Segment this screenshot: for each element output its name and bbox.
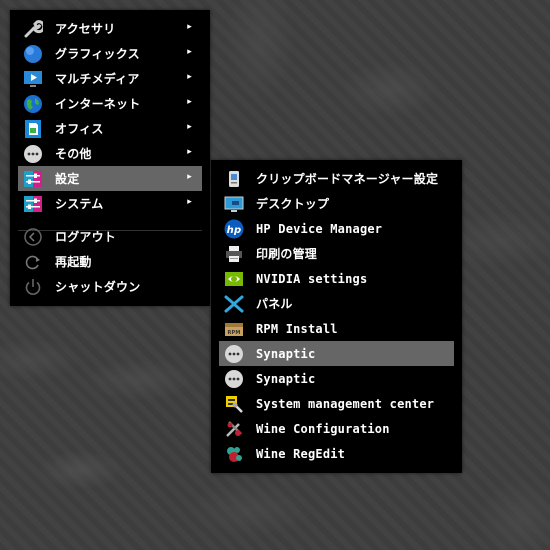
desktop-icon xyxy=(224,194,244,214)
menu-item-settings[interactable]: 設定 ▸ xyxy=(18,166,202,191)
submenu-item-label: Wine Configuration xyxy=(256,421,390,436)
submenu-item-label: 印刷の管理 xyxy=(256,247,318,261)
hp-logo-icon: hp xyxy=(224,219,244,239)
submenu-item-synaptic-selected[interactable]: Synaptic xyxy=(219,341,454,366)
wine-config-icon xyxy=(224,419,244,439)
submenu-item-system-management-center[interactable]: System management center xyxy=(219,391,454,416)
submenu-item-panel[interactable]: パネル xyxy=(219,291,454,316)
system-sliders-icon xyxy=(23,194,43,214)
menu-item-shutdown[interactable]: シャットダウン xyxy=(18,274,202,299)
graphics-globe-icon xyxy=(23,44,43,64)
settings-sliders-icon xyxy=(23,169,43,189)
submenu-arrow-icon: ▸ xyxy=(187,47,192,57)
menu-item-internet[interactable]: インターネット ▸ xyxy=(18,91,202,116)
settings-submenu: クリップボードマネージャー設定 デスクトップ hp HP Device Mana… xyxy=(211,160,462,473)
menu-item-system[interactable]: システム ▸ xyxy=(18,191,202,216)
menu-item-multimedia[interactable]: マルチメディア ▸ xyxy=(18,66,202,91)
menu-item-restart[interactable]: 再起動 xyxy=(18,249,202,274)
more-dots-icon xyxy=(224,344,244,364)
submenu-item-wine-regedit[interactable]: Wine RegEdit xyxy=(219,441,454,466)
office-document-icon xyxy=(23,119,43,139)
submenu-item-synaptic[interactable]: Synaptic xyxy=(219,366,454,391)
menu-item-label: ログアウト xyxy=(55,230,117,244)
submenu-item-print-management[interactable]: 印刷の管理 xyxy=(219,241,454,266)
clipboard-icon xyxy=(224,169,244,189)
submenu-item-label: RPM Install xyxy=(256,321,338,336)
submenu-item-label: NVIDIA settings xyxy=(256,271,368,286)
submenu-arrow-icon: ▸ xyxy=(187,147,192,157)
nvidia-icon xyxy=(224,269,244,289)
menu-item-other[interactable]: その他 ▸ xyxy=(18,141,202,166)
submenu-item-label: デスクトップ xyxy=(256,197,330,211)
monitor-play-icon xyxy=(23,69,43,89)
submenu-item-label: パネル xyxy=(256,297,293,311)
restart-icon xyxy=(23,252,43,272)
menu-item-label: アクセサリ xyxy=(55,22,116,36)
submenu-item-label: Synaptic xyxy=(256,346,316,361)
submenu-item-nvidia-settings[interactable]: NVIDIA settings xyxy=(219,266,454,291)
wrench-icon xyxy=(23,19,43,39)
menu-item-label: シャットダウン xyxy=(55,280,141,294)
submenu-item-desktop[interactable]: デスクトップ xyxy=(219,191,454,216)
menu-item-label: 再起動 xyxy=(55,255,92,269)
printer-icon xyxy=(224,244,244,264)
menu-item-label: その他 xyxy=(55,147,92,161)
more-dots-icon xyxy=(23,144,43,164)
power-icon xyxy=(23,277,43,297)
submenu-arrow-icon: ▸ xyxy=(187,72,192,82)
menu-item-accessories[interactable]: アクセサリ ▸ xyxy=(18,16,202,41)
earth-globe-icon xyxy=(23,94,43,114)
menu-item-label: システム xyxy=(55,197,104,211)
svg-text:RPM: RPM xyxy=(227,330,240,336)
menu-item-office[interactable]: オフィス ▸ xyxy=(18,116,202,141)
submenu-arrow-icon: ▸ xyxy=(187,122,192,132)
submenu-item-label: Wine RegEdit xyxy=(256,446,346,461)
submenu-item-label: クリップボードマネージャー設定 xyxy=(256,172,439,186)
menu-item-graphics[interactable]: グラフィックス ▸ xyxy=(18,41,202,66)
menu-item-label: 設定 xyxy=(55,172,80,186)
submenu-arrow-icon: ▸ xyxy=(187,97,192,107)
menu-item-logout[interactable]: ログアウト xyxy=(18,224,202,249)
submenu-arrow-icon: ▸ xyxy=(187,197,192,207)
submenu-item-label: HP Device Manager xyxy=(256,221,383,236)
submenu-item-hp-device-manager[interactable]: hp HP Device Manager xyxy=(219,216,454,241)
submenu-item-clipboard-settings[interactable]: クリップボードマネージャー設定 xyxy=(219,166,454,191)
submenu-item-label: System management center xyxy=(256,396,435,411)
menu-item-label: オフィス xyxy=(55,122,104,136)
svg-text:hp: hp xyxy=(227,225,242,236)
logout-icon xyxy=(23,227,43,247)
more-dots-icon xyxy=(224,369,244,389)
menu-item-label: インターネット xyxy=(55,97,141,111)
package-box-icon: RPM xyxy=(224,319,244,339)
menu-item-label: グラフィックス xyxy=(55,47,140,61)
submenu-arrow-icon: ▸ xyxy=(187,22,192,32)
submenu-item-label: Synaptic xyxy=(256,371,316,386)
submenu-item-rpm-install[interactable]: RPM RPM Install xyxy=(219,316,454,341)
panel-arrows-icon xyxy=(224,294,244,314)
menu-item-label: マルチメディア xyxy=(55,72,140,86)
submenu-item-wine-configuration[interactable]: Wine Configuration xyxy=(219,416,454,441)
wine-regedit-icon xyxy=(224,444,244,464)
submenu-arrow-icon: ▸ xyxy=(187,172,192,182)
main-menu: アクセサリ ▸ グラフィックス ▸ マルチメディア ▸ インターネット ▸ オフ… xyxy=(10,10,210,306)
system-management-icon xyxy=(224,394,244,414)
